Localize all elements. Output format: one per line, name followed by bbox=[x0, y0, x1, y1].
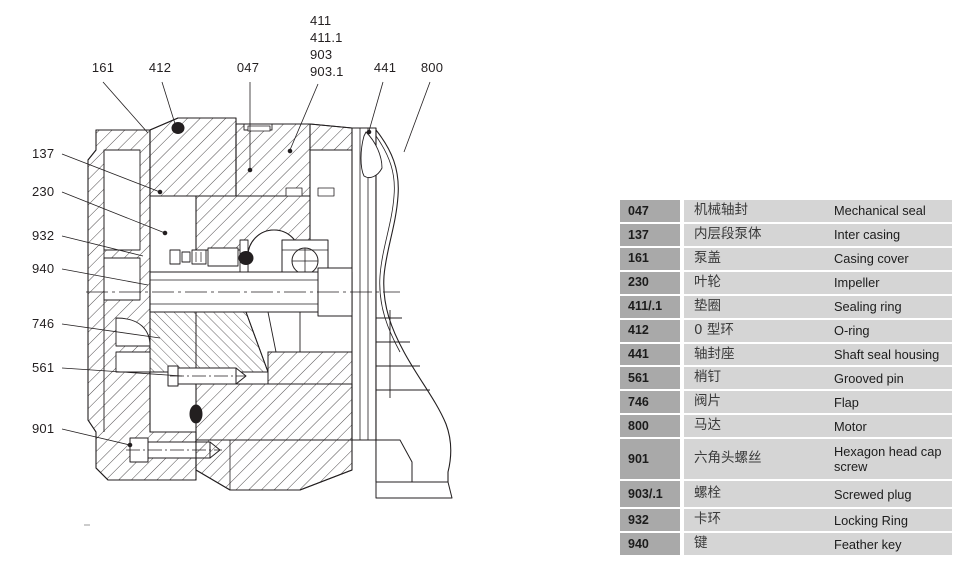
legend-part-number: 903/.1 bbox=[620, 481, 680, 508]
legend-name-chinese: 轴封座 bbox=[684, 343, 826, 366]
legend-name-chinese: 六角头螺丝 bbox=[684, 439, 826, 480]
callout-label-746: 746 bbox=[32, 316, 54, 331]
parts-legend-body: 047 机械轴封 Mechanical seal 137 内层段泵体 Inter casi… bbox=[620, 200, 952, 556]
callout-label-441: 441 bbox=[374, 60, 396, 75]
callout-label-940: 940 bbox=[32, 261, 54, 276]
legend-row: 746 阀片 Flap bbox=[620, 391, 952, 414]
callout-label-411: 411 bbox=[310, 13, 331, 28]
legend-name-english: Feather key bbox=[826, 533, 952, 556]
technical-drawing: 161 412 047 441 800 411 411.1 903 903.1 137 230 932… bbox=[0, 0, 600, 566]
legend-part-number: 412 bbox=[620, 319, 680, 342]
pump-cross-section-svg: 161 412 047 441 800 411 411.1 903 903.1 137 230 932… bbox=[32, 13, 453, 526]
callout-label-932: 932 bbox=[32, 228, 54, 243]
legend-name-english: O-ring bbox=[826, 319, 952, 342]
legend-part-number: 161 bbox=[620, 247, 680, 270]
leader-line-412 bbox=[161, 81, 177, 128]
callout-label-903.1: 903.1 bbox=[310, 64, 344, 79]
o-ring-412 bbox=[171, 122, 185, 134]
legend-part-number: 230 bbox=[620, 271, 680, 294]
legend-part-number: 901 bbox=[620, 439, 680, 480]
legend-name-chinese: 阀片 bbox=[684, 391, 826, 414]
legend-part-number: 137 bbox=[620, 223, 680, 246]
legend-name-chinese: 内层段泵体 bbox=[684, 223, 826, 246]
legend-part-number: 746 bbox=[620, 391, 680, 414]
legend-name-chinese: 0 型环 bbox=[684, 319, 826, 342]
legend-name-english: Grooved pin bbox=[826, 367, 952, 390]
legend-row: 561 梢钉 Grooved pin bbox=[620, 367, 952, 390]
callout-label-230: 230 bbox=[32, 184, 54, 199]
legend-name-english: Motor bbox=[826, 415, 952, 438]
callout-label-903: 903 bbox=[310, 47, 332, 62]
legend-part-number: 561 bbox=[620, 367, 680, 390]
legend-part-number: 800 bbox=[620, 415, 680, 438]
legend-row: 441 轴封座 Shaft seal housing bbox=[620, 343, 952, 366]
legend-name-english: Shaft seal housing bbox=[826, 343, 952, 366]
legend-name-chinese: 键 bbox=[684, 533, 826, 556]
leader-line-800 bbox=[403, 81, 431, 153]
legend-row: 800 马达 Motor bbox=[620, 415, 952, 438]
legend-row: 411/.1 垫圈 Sealing ring bbox=[620, 295, 952, 318]
legend-name-chinese: 叶轮 bbox=[684, 271, 826, 294]
legend-row: 412 0 型环 O-ring bbox=[620, 319, 952, 342]
legend-name-english: Impeller bbox=[826, 271, 952, 294]
legend-row: 901 六角头螺丝 Hexagon head cap screw bbox=[620, 439, 952, 480]
legend-name-chinese: 马达 bbox=[684, 415, 826, 438]
legend-name-english: Hexagon head cap screw bbox=[826, 439, 952, 480]
legend-name-english: Flap bbox=[826, 391, 952, 414]
legend-part-number: 411/.1 bbox=[620, 295, 680, 318]
legend-row: 230 叶轮 Impeller bbox=[620, 271, 952, 294]
legend-name-english: Inter casing bbox=[826, 223, 952, 246]
legend-part-number: 940 bbox=[620, 533, 680, 556]
legend-name-english: Screwed plug bbox=[826, 481, 952, 508]
leader-line-441 bbox=[368, 81, 384, 132]
legend-part-number: 441 bbox=[620, 343, 680, 366]
drawing-geometry bbox=[86, 117, 453, 499]
legend-part-number: 047 bbox=[620, 200, 680, 222]
callout-label-412: 412 bbox=[149, 60, 171, 75]
legend-name-english: Sealing ring bbox=[826, 295, 952, 318]
legend-part-number: 932 bbox=[620, 509, 680, 532]
callout-label-047: 047 bbox=[237, 60, 259, 75]
legend-name-chinese: 螺栓 bbox=[684, 481, 826, 508]
callout-label-161: 161 bbox=[92, 60, 114, 75]
callout-label-561: 561 bbox=[32, 360, 54, 375]
legend-name-english: Casing cover bbox=[826, 247, 952, 270]
parts-legend-table: 047 机械轴封 Mechanical seal 137 内层段泵体 Inter casi… bbox=[620, 198, 952, 557]
legend-name-chinese: 卡环 bbox=[684, 509, 826, 532]
legend-row: 940 键 Feather key bbox=[620, 533, 952, 556]
legend-name-chinese: 垫圈 bbox=[684, 295, 826, 318]
leader-line-161 bbox=[102, 81, 149, 134]
legend-name-chinese: 泵盖 bbox=[684, 247, 826, 270]
legend-row: 137 内层段泵体 Inter casing bbox=[620, 223, 952, 246]
callout-label-800: 800 bbox=[421, 60, 443, 75]
legend-name-chinese: 梢钉 bbox=[684, 367, 826, 390]
callout-label-137: 137 bbox=[32, 146, 54, 161]
legend-row: 047 机械轴封 Mechanical seal bbox=[620, 200, 952, 222]
legend-name-english: Locking Ring bbox=[826, 509, 952, 532]
legend-name-chinese: 机械轴封 bbox=[684, 200, 826, 222]
legend-row: 161 泵盖 Casing cover bbox=[620, 247, 952, 270]
legend-row: 932 卡环 Locking Ring bbox=[620, 509, 952, 532]
legend-name-english: Mechanical seal bbox=[826, 200, 952, 222]
callout-label-411.1: 411.1 bbox=[310, 30, 343, 45]
callout-label-901: 901 bbox=[32, 421, 54, 436]
legend-row: 903/.1 螺栓 Screwed plug bbox=[620, 481, 952, 508]
